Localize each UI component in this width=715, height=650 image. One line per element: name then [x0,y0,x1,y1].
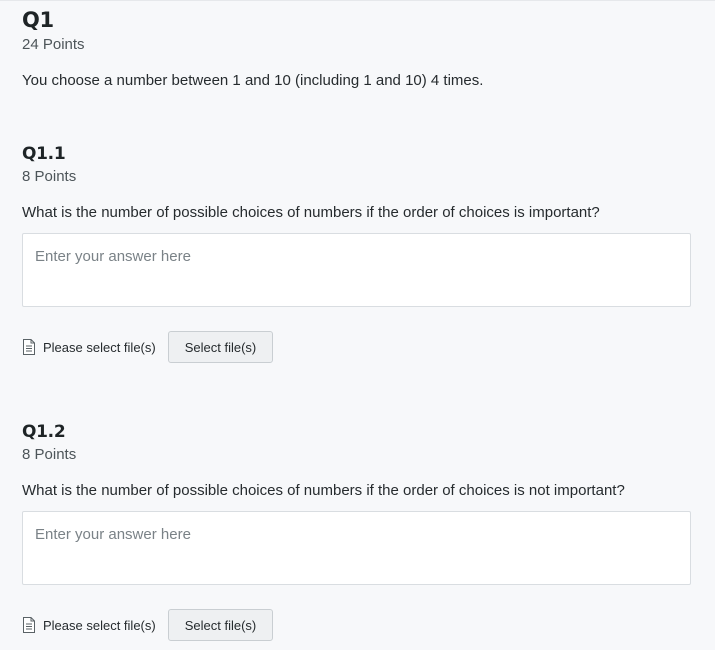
file-upload-label-q1-2: Please select file(s) [43,617,156,633]
file-upload-label-q1-1: Please select file(s) [43,339,156,355]
answer-input-q1-2[interactable] [23,512,690,584]
question-title-q1-2: Q1.2 [22,422,66,442]
answer-input-q1-1[interactable] [23,234,690,306]
document-icon [22,339,36,355]
answer-box-q1-2 [22,511,691,585]
document-icon [22,617,36,633]
select-files-button-q1-1[interactable]: Select file(s) [167,331,274,363]
top-divider [0,0,715,1]
answer-box-q1-1 [22,233,691,307]
select-files-button-q1-2[interactable]: Select file(s) [167,609,274,641]
question-title-q1-1: Q1.1 [22,144,66,164]
question-title-q1: Q1 [22,8,54,32]
question-points-q1-1: 8 Points [22,168,77,185]
question-points-q1-2: 8 Points [22,446,77,463]
question-prompt-q1: You choose a number between 1 and 10 (in… [22,72,484,89]
file-upload-row-q1-2: Please select file(s) Select file(s) [22,609,274,641]
question-points-q1: 24 Points [22,36,85,53]
question-prompt-q1-1: What is the number of possible choices o… [22,204,600,221]
file-upload-row-q1-1: Please select file(s) Select file(s) [22,331,274,363]
question-prompt-q1-2: What is the number of possible choices o… [22,482,625,499]
